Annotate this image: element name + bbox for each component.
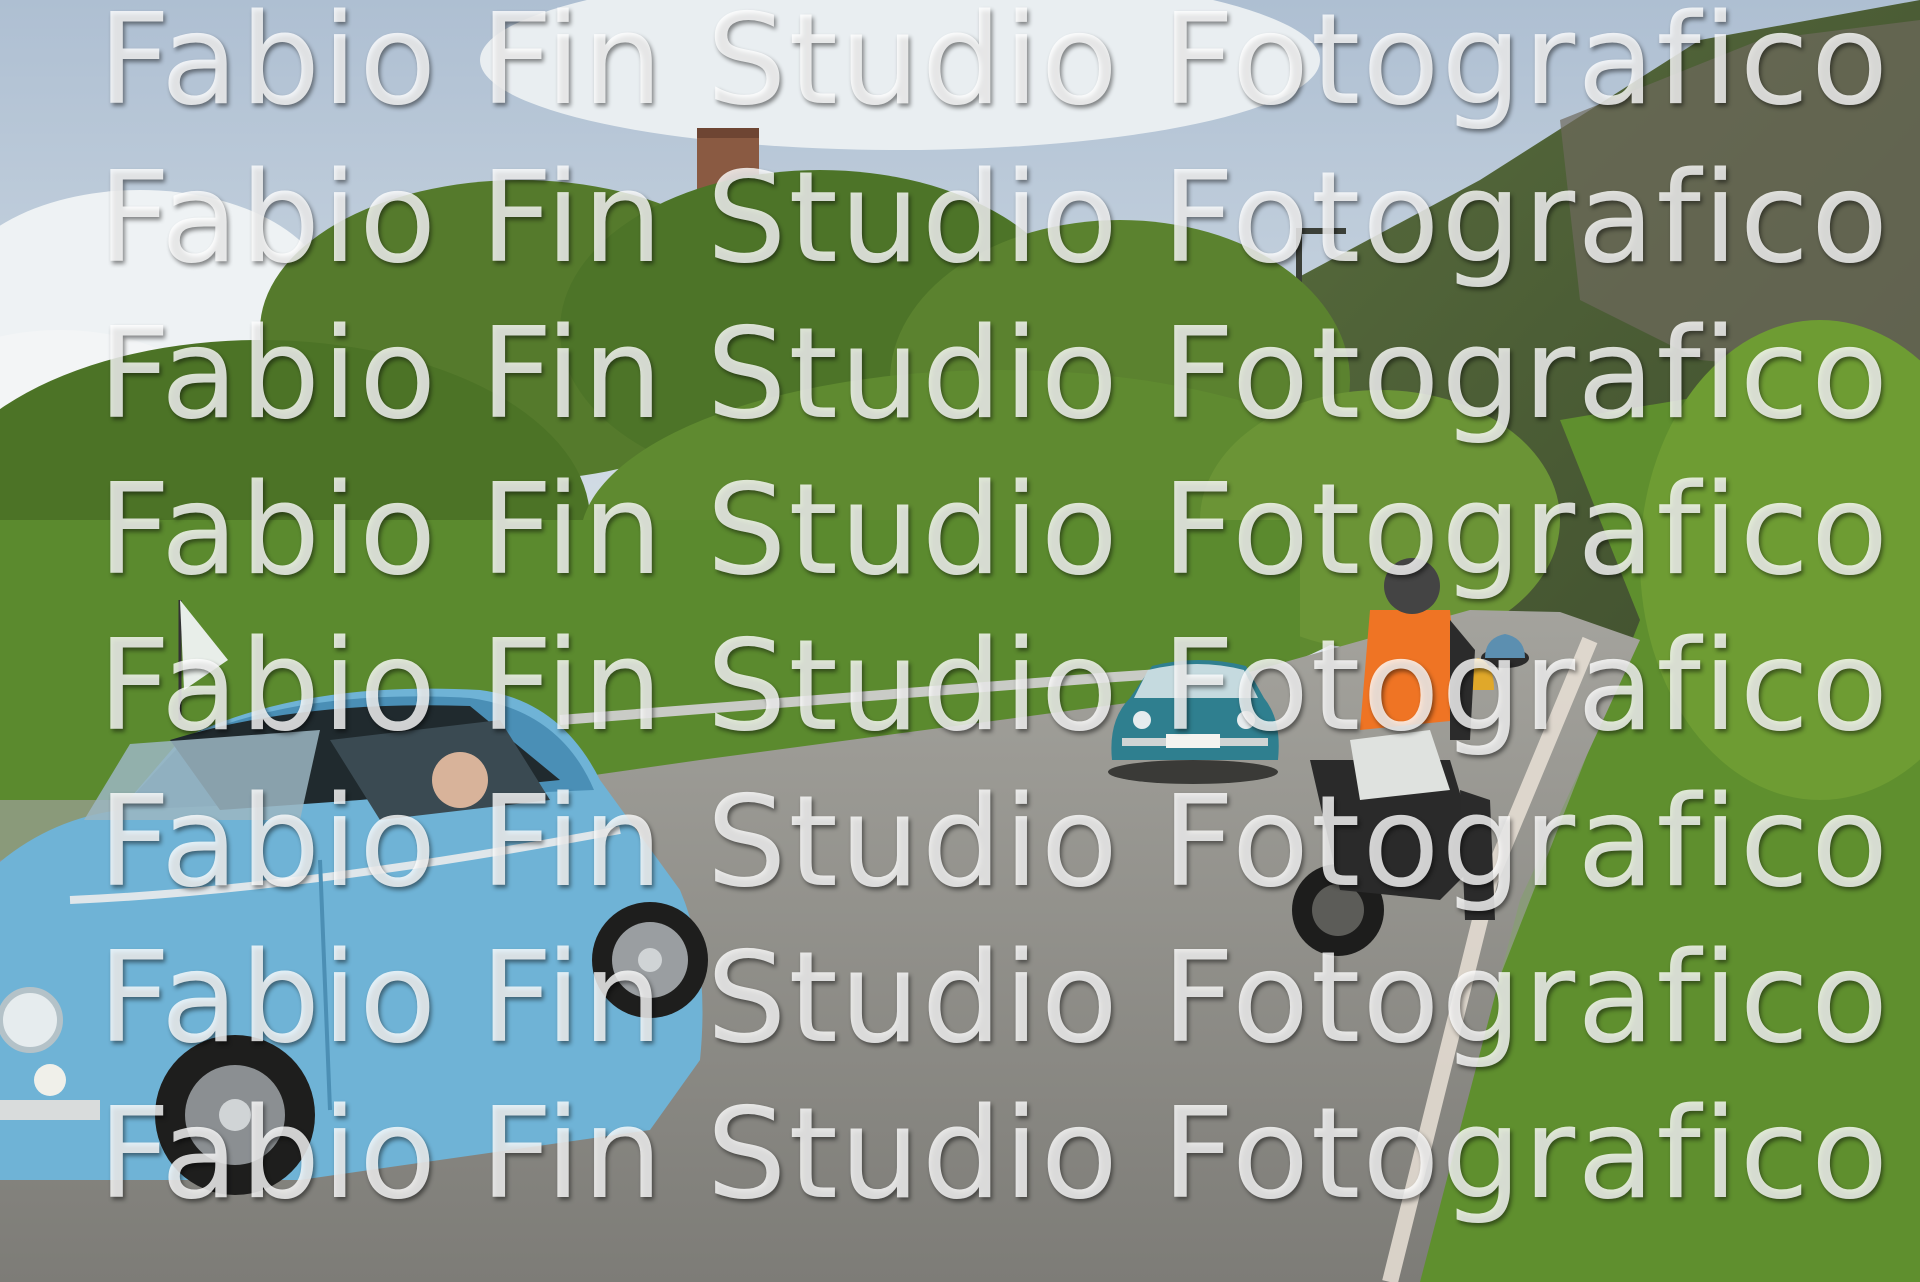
road-scene: [0, 0, 1920, 1282]
rear-wheel: [592, 902, 708, 1018]
front-wheel: [155, 1035, 315, 1195]
headlight: [0, 987, 63, 1053]
bumper: [0, 1100, 100, 1120]
photo: Fabio Fin Studio Fotografico Fabio Fin S…: [0, 0, 1920, 1282]
rider-vest: [1360, 610, 1460, 730]
rider-helmet: [1384, 558, 1440, 614]
driver-head: [432, 752, 488, 808]
